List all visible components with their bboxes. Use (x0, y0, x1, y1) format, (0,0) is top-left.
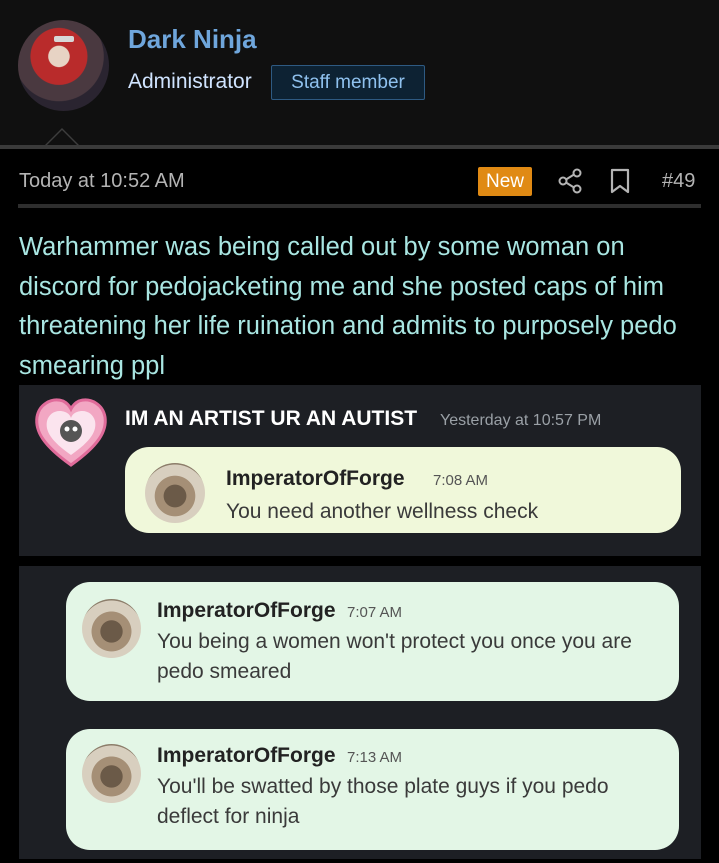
message-text: You being a women won't protect you once… (157, 630, 632, 683)
bookmark-icon[interactable] (609, 168, 631, 194)
new-badge: New (478, 167, 532, 196)
post-number[interactable]: #49 (662, 170, 695, 193)
message-time: 7:08 AM (433, 472, 489, 489)
message-pointer (44, 128, 80, 146)
user-header: Dark Ninja Administrator Staff member (0, 0, 719, 148)
message-author: ImperatorOfForge (157, 599, 336, 622)
divider (18, 204, 701, 208)
divider (0, 145, 719, 149)
message-text: You'll be swatted by those plate guys if… (157, 775, 609, 828)
share-icon[interactable] (557, 168, 583, 194)
screenshot-author: IM AN ARTIST UR AN AUTIST (125, 407, 418, 430)
message-bubble: ImperatorOfForge 7:13 AM You'll be swatt… (66, 729, 679, 850)
message-author: ImperatorOfForge (226, 467, 405, 490)
username[interactable]: Dark Ninja (128, 24, 257, 55)
avatar (82, 599, 141, 658)
staff-badge: Staff member (271, 65, 425, 100)
avatar (145, 463, 205, 523)
message-author: ImperatorOfForge (157, 744, 336, 767)
embedded-screenshot: IM AN ARTIST UR AN AUTIST Yesterday at 1… (19, 385, 701, 556)
message-time: 7:07 AM (347, 604, 403, 621)
screenshot-timestamp: Yesterday at 10:57 PM (440, 412, 602, 429)
avatar (82, 744, 141, 803)
post-body: Warhammer was being called out by some w… (19, 233, 677, 380)
message-bubble: ImperatorOfForge 7:08 AM You need anothe… (125, 447, 681, 533)
message-time: 7:13 AM (347, 749, 403, 766)
heart-avatar-icon (35, 398, 107, 467)
message-text: You need another wellness check (226, 500, 539, 523)
user-role: Administrator (128, 70, 252, 93)
post-timestamp[interactable]: Today at 10:52 AM (19, 170, 185, 193)
avatar[interactable] (18, 20, 109, 111)
message-bubble: ImperatorOfForge 7:07 AM You being a wom… (66, 582, 679, 701)
